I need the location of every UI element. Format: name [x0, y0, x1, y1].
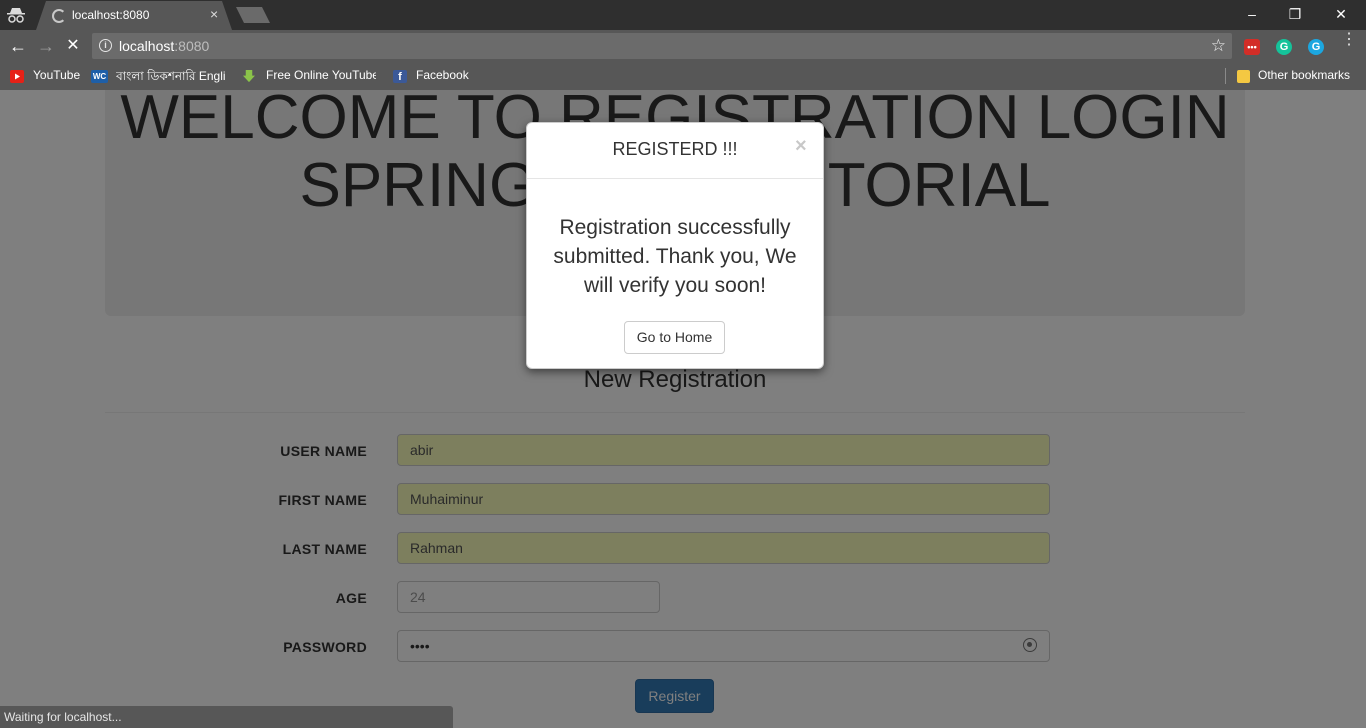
- modal-message: Registration successfully submitted. Tha…: [553, 216, 797, 297]
- window-close-button[interactable]: ✕: [1318, 3, 1364, 25]
- new-tab-button[interactable]: [236, 7, 270, 23]
- facebook-icon: f: [393, 70, 407, 83]
- bookmark-star-icon[interactable]: ☆: [1211, 36, 1226, 56]
- bookmark-youtube[interactable]: YouTube: [33, 68, 80, 82]
- dictionary-icon: WC: [91, 70, 108, 83]
- lastpass-extension-icon[interactable]: •••: [1244, 39, 1260, 55]
- address-bar[interactable]: i localhost:8080 ☆: [92, 33, 1232, 59]
- modal-title: REGISTERD !!!: [612, 139, 738, 159]
- success-modal: REGISTERD !!! × Registration successfull…: [526, 122, 824, 369]
- tab-close-icon[interactable]: ×: [210, 6, 218, 22]
- loading-spinner-icon: [52, 9, 66, 23]
- restore-button[interactable]: ❐: [1272, 3, 1318, 25]
- folder-icon: [1237, 70, 1250, 83]
- browser-toolbar: ← → ✕ i localhost:8080 ☆ ••• G G ⋮: [0, 30, 1366, 62]
- back-button[interactable]: ←: [8, 36, 28, 56]
- stop-button[interactable]: ✕: [63, 36, 83, 56]
- bookmark-facebook[interactable]: Facebook: [416, 68, 469, 82]
- bookmark-free-online-youtube[interactable]: Free Online YouTube: [266, 68, 376, 82]
- bookmark-other-bookmarks[interactable]: Other bookmarks: [1258, 68, 1350, 82]
- youtube-icon: [10, 70, 24, 83]
- download-icon: [242, 70, 256, 83]
- go-to-home-button[interactable]: Go to Home: [624, 321, 725, 354]
- bookmarks-bar: YouTube WC বাংলা ডিকশনারি Engli Free Onl…: [0, 62, 1366, 90]
- tab-title: localhost:8080: [72, 8, 150, 22]
- bookmarks-separator: [1225, 68, 1226, 84]
- g-extension-icon[interactable]: G: [1308, 39, 1324, 55]
- tab-strip: localhost:8080 × – ❐ ✕: [0, 0, 1366, 30]
- url-port: :8080: [174, 38, 210, 54]
- web-page: WELCOME TO REGISTRATION LOGIN SPRING BOO…: [0, 90, 1366, 728]
- minimize-button[interactable]: –: [1229, 3, 1275, 25]
- active-tab[interactable]: localhost:8080 ×: [36, 1, 232, 30]
- url-text[interactable]: localhost:8080: [119, 38, 209, 54]
- modal-close-icon[interactable]: ×: [795, 135, 807, 158]
- url-host: localhost: [119, 38, 175, 54]
- site-info-icon[interactable]: i: [99, 39, 112, 52]
- bookmark-bangla-dictionary[interactable]: বাংলা ডিকশনারি Engli: [116, 68, 228, 88]
- forward-button[interactable]: →: [36, 36, 56, 56]
- grammarly-extension-icon[interactable]: G: [1276, 39, 1292, 55]
- incognito-icon: [7, 8, 25, 23]
- status-bubble: Waiting for localhost...: [0, 706, 453, 728]
- modal-header: REGISTERD !!! ×: [527, 123, 823, 179]
- browser-menu-icon[interactable]: ⋮: [1341, 32, 1357, 48]
